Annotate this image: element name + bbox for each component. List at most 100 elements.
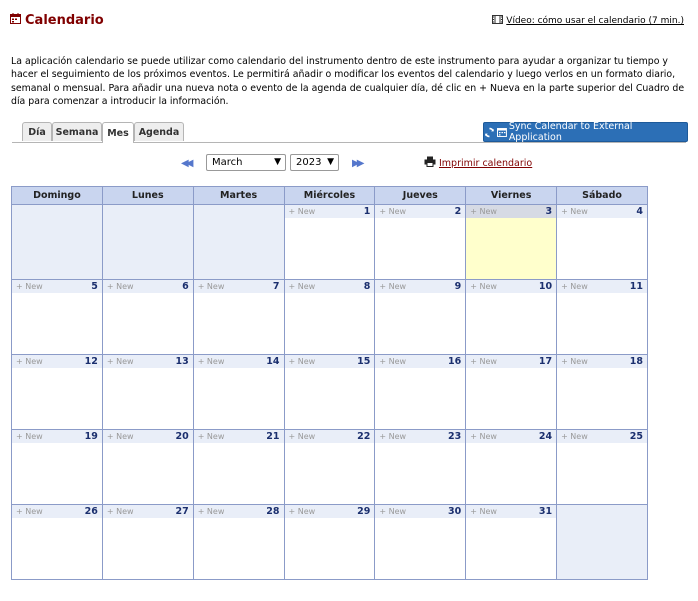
add-new-event-link[interactable]: + New <box>379 282 406 291</box>
add-new-event-link[interactable]: + New <box>198 507 225 516</box>
day-number[interactable]: 15 <box>357 356 370 367</box>
day-number[interactable]: 28 <box>266 506 279 517</box>
add-new-event-link[interactable]: + New <box>379 207 406 216</box>
day-number[interactable]: 4 <box>636 206 643 217</box>
day-cell[interactable]: + New 25 <box>556 429 648 505</box>
add-new-event-link[interactable]: + New <box>379 432 406 441</box>
day-cell[interactable]: + New 6 <box>101 279 194 355</box>
day-number[interactable]: 16 <box>448 356 461 367</box>
add-new-event-link[interactable]: + New <box>107 432 134 441</box>
day-number[interactable]: 12 <box>85 356 98 367</box>
day-number[interactable]: 3 <box>545 206 552 217</box>
day-number[interactable]: 5 <box>91 281 98 292</box>
day-number[interactable]: 9 <box>455 281 462 292</box>
tab-dia[interactable]: Día <box>22 122 52 141</box>
day-cell[interactable]: + New 24 <box>465 429 558 505</box>
day-number[interactable]: 24 <box>539 431 552 442</box>
day-number[interactable]: 14 <box>266 356 279 367</box>
day-cell[interactable]: + New 19 <box>11 429 103 505</box>
add-new-event-link[interactable]: + New <box>198 282 225 291</box>
tab-agenda[interactable]: Agenda <box>134 122 184 141</box>
day-cell[interactable]: + New 13 <box>101 354 194 430</box>
video-tutorial-link[interactable]: Vídeo: cómo usar el calendario (7 min.) <box>492 15 684 27</box>
add-new-event-link[interactable]: + New <box>289 282 316 291</box>
add-new-event-link[interactable]: + New <box>289 507 316 516</box>
day-cell[interactable]: + New 28 <box>192 504 285 580</box>
year-select[interactable]: 2023 ▼ <box>290 154 339 171</box>
previous-month-icon[interactable]: ◀◀ <box>181 158 194 169</box>
day-cell[interactable]: + New 10 <box>465 279 558 355</box>
day-cell[interactable]: + New 16 <box>374 354 467 430</box>
day-cell[interactable]: + New 5 <box>11 279 103 355</box>
add-new-event-link[interactable]: + New <box>289 207 316 216</box>
day-number[interactable]: 8 <box>364 281 371 292</box>
add-new-event-link[interactable]: + New <box>470 357 497 366</box>
add-new-event-link[interactable]: + New <box>16 507 43 516</box>
add-new-event-link[interactable]: + New <box>16 282 43 291</box>
next-month-icon[interactable]: ▶▶ <box>352 158 365 169</box>
add-new-event-link[interactable]: + New <box>16 357 43 366</box>
add-new-event-link[interactable]: + New <box>561 357 588 366</box>
day-number[interactable]: 1 <box>364 206 371 217</box>
day-number[interactable]: 2 <box>455 206 462 217</box>
day-number[interactable]: 20 <box>175 431 188 442</box>
day-cell[interactable]: + New 31 <box>465 504 558 580</box>
day-number[interactable]: 29 <box>357 506 370 517</box>
add-new-event-link[interactable]: + New <box>470 432 497 441</box>
day-cell[interactable]: + New 7 <box>192 279 285 355</box>
day-number[interactable]: 26 <box>85 506 98 517</box>
day-cell[interactable]: + New 3 <box>465 204 558 280</box>
day-number[interactable]: 11 <box>630 281 643 292</box>
day-number[interactable]: 18 <box>630 356 643 367</box>
day-cell[interactable]: + New 23 <box>374 429 467 505</box>
add-new-event-link[interactable]: + New <box>470 282 497 291</box>
day-cell[interactable]: + New 4 <box>556 204 648 280</box>
day-number[interactable]: 17 <box>539 356 552 367</box>
tab-mes[interactable]: Mes <box>102 122 134 143</box>
day-number[interactable]: 25 <box>630 431 643 442</box>
day-cell[interactable]: + New 30 <box>374 504 467 580</box>
day-cell[interactable]: + New 9 <box>374 279 467 355</box>
day-cell[interactable]: + New 11 <box>556 279 648 355</box>
add-new-event-link[interactable]: + New <box>561 432 588 441</box>
day-number[interactable]: 6 <box>182 281 189 292</box>
tab-semana[interactable]: Semana <box>52 122 102 141</box>
add-new-event-link[interactable]: + New <box>198 357 225 366</box>
day-cell[interactable]: + New 22 <box>283 429 376 505</box>
add-new-event-link[interactable]: + New <box>470 207 497 216</box>
day-cell[interactable]: + New 21 <box>192 429 285 505</box>
day-cell[interactable]: + New 15 <box>283 354 376 430</box>
add-new-event-link[interactable]: + New <box>107 507 134 516</box>
day-cell[interactable]: + New 18 <box>556 354 648 430</box>
add-new-event-link[interactable]: + New <box>289 432 316 441</box>
print-calendar-link[interactable]: Imprimir calendario <box>424 156 532 170</box>
day-number[interactable]: 13 <box>175 356 188 367</box>
day-cell[interactable]: + New 17 <box>465 354 558 430</box>
day-number[interactable]: 23 <box>448 431 461 442</box>
day-cell[interactable]: + New 26 <box>11 504 103 580</box>
day-cell[interactable]: + New 1 <box>283 204 376 280</box>
add-new-event-link[interactable]: + New <box>198 432 225 441</box>
day-cell[interactable]: + New 12 <box>11 354 103 430</box>
day-number[interactable]: 30 <box>448 506 461 517</box>
add-new-event-link[interactable]: + New <box>289 357 316 366</box>
add-new-event-link[interactable]: + New <box>470 507 497 516</box>
day-number[interactable]: 31 <box>539 506 552 517</box>
sync-calendar-button[interactable]: Sync Calendar to External Application <box>483 121 688 143</box>
add-new-event-link[interactable]: + New <box>107 357 134 366</box>
month-select[interactable]: March ▼ <box>206 154 286 171</box>
day-cell[interactable]: + New 27 <box>101 504 194 580</box>
day-cell[interactable]: + New 29 <box>283 504 376 580</box>
day-cell[interactable]: + New 8 <box>283 279 376 355</box>
add-new-event-link[interactable]: + New <box>16 432 43 441</box>
day-number[interactable]: 10 <box>539 281 552 292</box>
add-new-event-link[interactable]: + New <box>107 282 134 291</box>
add-new-event-link[interactable]: + New <box>379 507 406 516</box>
day-cell[interactable]: + New 14 <box>192 354 285 430</box>
day-number[interactable]: 22 <box>357 431 370 442</box>
add-new-event-link[interactable]: + New <box>561 207 588 216</box>
day-number[interactable]: 27 <box>175 506 188 517</box>
day-cell[interactable]: + New 20 <box>101 429 194 505</box>
add-new-event-link[interactable]: + New <box>379 357 406 366</box>
add-new-event-link[interactable]: + New <box>561 282 588 291</box>
